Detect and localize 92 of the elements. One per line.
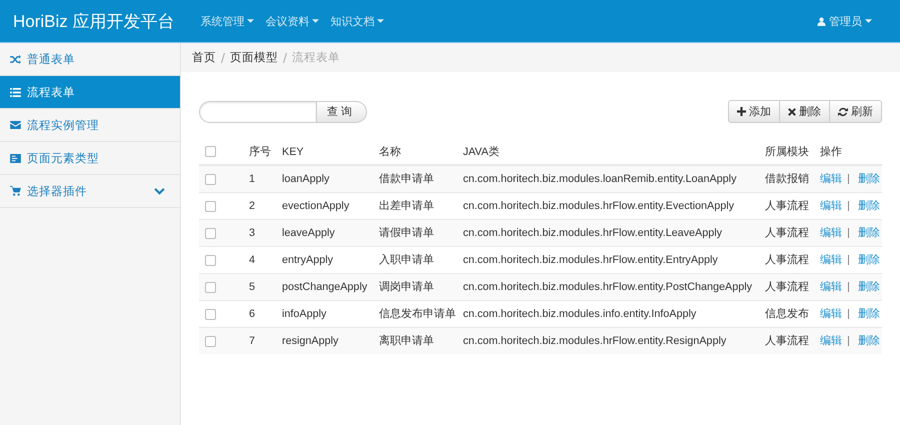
row-checkbox[interactable] [205,254,216,266]
row-number: 4 [249,254,256,266]
row-checkbox[interactable] [205,174,216,185]
breadcrumb-separator [283,52,287,62]
column-header: KEY [282,146,304,158]
row-checkbox[interactable] [205,308,216,320]
class-cell: cn.com.horitech.biz.modules.hrFlow.entity.PostChangeApply [463,281,752,293]
name-cell: 信息发布申请单 [379,308,456,320]
user-menu[interactable]: 管理员 [817,14,872,28]
breadcrumb-separator [221,52,225,62]
column-header: JAVA类 [463,146,500,158]
class-cell: cn.com.horitech.biz.modules.hrFlow.entity.EvectionApply [463,200,734,212]
row-number: 3 [249,227,256,239]
class-cell: cn.com.horitech.biz.modules.hrFlow.entity.LeaveApply [463,227,722,239]
edit-link[interactable]: 编辑 [820,227,842,239]
user-icon [817,16,826,26]
row-checkbox[interactable] [205,228,216,239]
edit-link[interactable]: 编辑 [820,281,842,293]
nav-menu[interactable]: 系统管理 [200,14,254,28]
module-cell: 人事流程 [765,227,809,239]
row-number: 1 [249,173,256,185]
envelope-icon [10,121,21,129]
key-cell: postChangeApply [282,281,368,293]
row-number: 6 [249,308,256,320]
edit-link[interactable]: 编辑 [820,173,842,185]
column-header: 名称 [379,146,401,158]
search-field[interactable] [199,100,317,122]
class-cell: cn.com.horitech.biz.modules.hrFlow.entity.EntryApply [463,254,718,266]
toolbar-button[interactable]: 添加 [728,100,780,123]
close-icon [788,108,796,116]
delete-link[interactable]: 删除 [858,254,880,266]
search-button[interactable]: 查 询 [317,100,368,122]
module-cell: 人事流程 [765,281,809,293]
row-number: 5 [249,281,256,293]
nav-menu[interactable]: 知识文档 [330,14,384,28]
plus-icon [737,107,746,116]
edit-link[interactable]: 编辑 [820,308,842,320]
shuffle-icon [10,54,21,64]
row-checkbox[interactable] [205,336,216,347]
edit-link[interactable]: 编辑 [820,335,842,347]
sidebar-item[interactable]: 流程表单 [0,76,180,109]
module-cell: 人事流程 [765,335,809,347]
name-cell: 离职申请单 [379,335,434,347]
delete-link[interactable]: 删除 [858,227,880,239]
breadcrumb-link[interactable]: 首页 [192,50,216,65]
key-cell: resignApply [282,335,338,347]
name-cell: 入职申请单 [379,254,434,266]
key-cell: loanApply [282,173,330,185]
key-cell: leaveApply [282,227,335,239]
row-checkbox[interactable] [205,282,216,293]
row-number: 7 [249,335,256,347]
row-number: 2 [249,200,256,212]
class-cell: cn.com.horitech.biz.modules.info.entity.InfoApply [463,308,696,320]
toolbar-button[interactable]: 删除 [779,100,830,123]
name-cell: 调岗申请单 [379,281,434,293]
card-icon [10,154,21,162]
column-header: 序号 [249,146,271,158]
name-cell: 出差申请单 [379,200,434,212]
key-cell: infoApply [282,308,326,320]
caret-icon [246,19,254,23]
module-cell: 人事流程 [765,200,809,212]
key-cell: entryApply [282,254,334,266]
caret-icon [865,19,872,23]
nav-menu[interactable]: 会议资料 [266,14,319,28]
edit-link[interactable]: 编辑 [820,200,842,212]
delete-link[interactable]: 删除 [858,173,880,185]
breadcrumb-current: 流程表单 [292,50,340,65]
delete-link[interactable]: 删除 [858,308,880,320]
caret-icon [376,19,384,23]
select-all-checkbox[interactable] [205,146,216,158]
delete-link[interactable]: 删除 [858,281,880,293]
toolbar-button[interactable]: 刷新 [829,100,882,123]
column-header: 操作 [820,146,842,158]
module-cell: 借款报销 [765,173,809,185]
edit-link[interactable]: 编辑 [820,254,842,266]
class-cell: cn.com.horitech.biz.modules.hrFlow.entity.ResignApply [463,335,726,347]
caret-icon [312,19,319,23]
class-cell: cn.com.horitech.biz.modules.loanRemib.entity.LoanApply [463,173,736,185]
delete-link[interactable]: 删除 [858,335,880,347]
row-checkbox[interactable] [205,200,216,212]
delete-link[interactable]: 删除 [858,200,880,212]
name-cell: 请假申请单 [379,227,434,239]
module-cell: 人事流程 [765,254,809,266]
breadcrumb-link[interactable]: 页面模型 [230,50,278,65]
refresh-icon [838,106,848,116]
name-cell: 借款申请单 [379,173,434,185]
list-icon [10,88,21,96]
key-cell: evectionApply [282,200,350,212]
module-cell: 信息发布 [765,308,809,320]
brand-title: HoriBiz 应用开发平台 [13,10,175,32]
column-header: 所属模块 [765,146,809,158]
cart-icon [10,186,21,196]
